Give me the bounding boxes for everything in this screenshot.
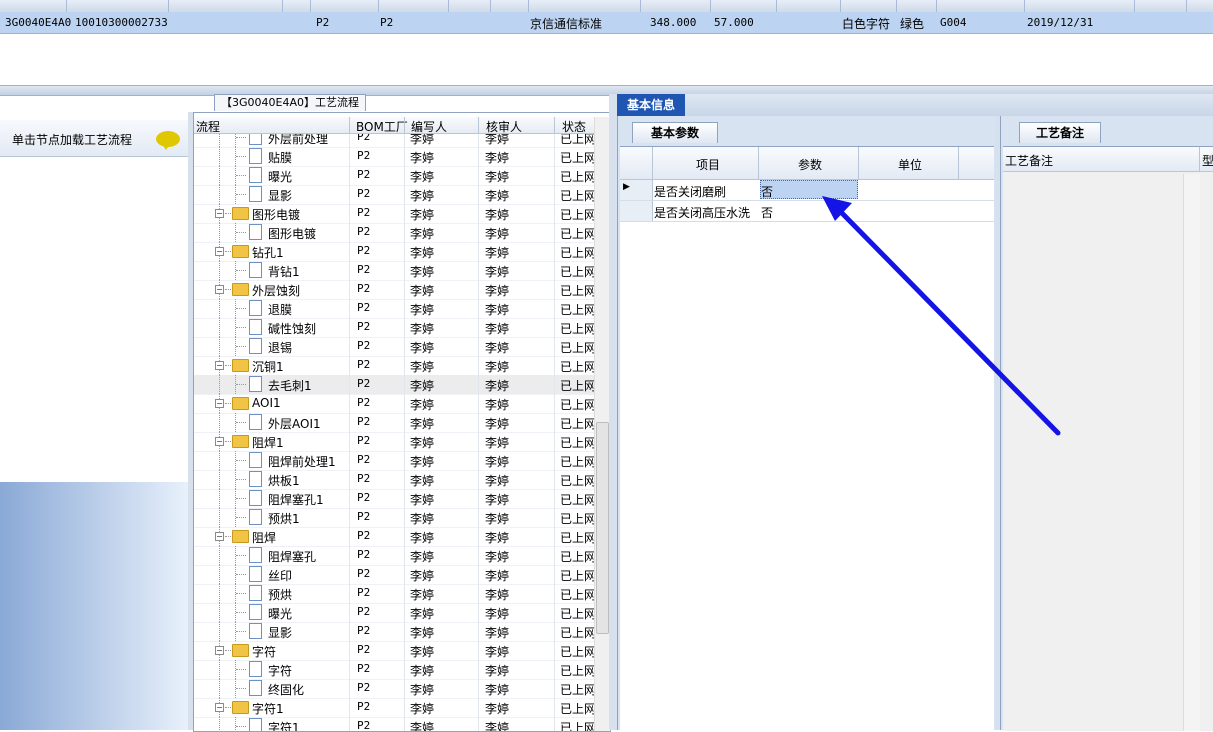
annotation-arrow	[822, 196, 1061, 436]
